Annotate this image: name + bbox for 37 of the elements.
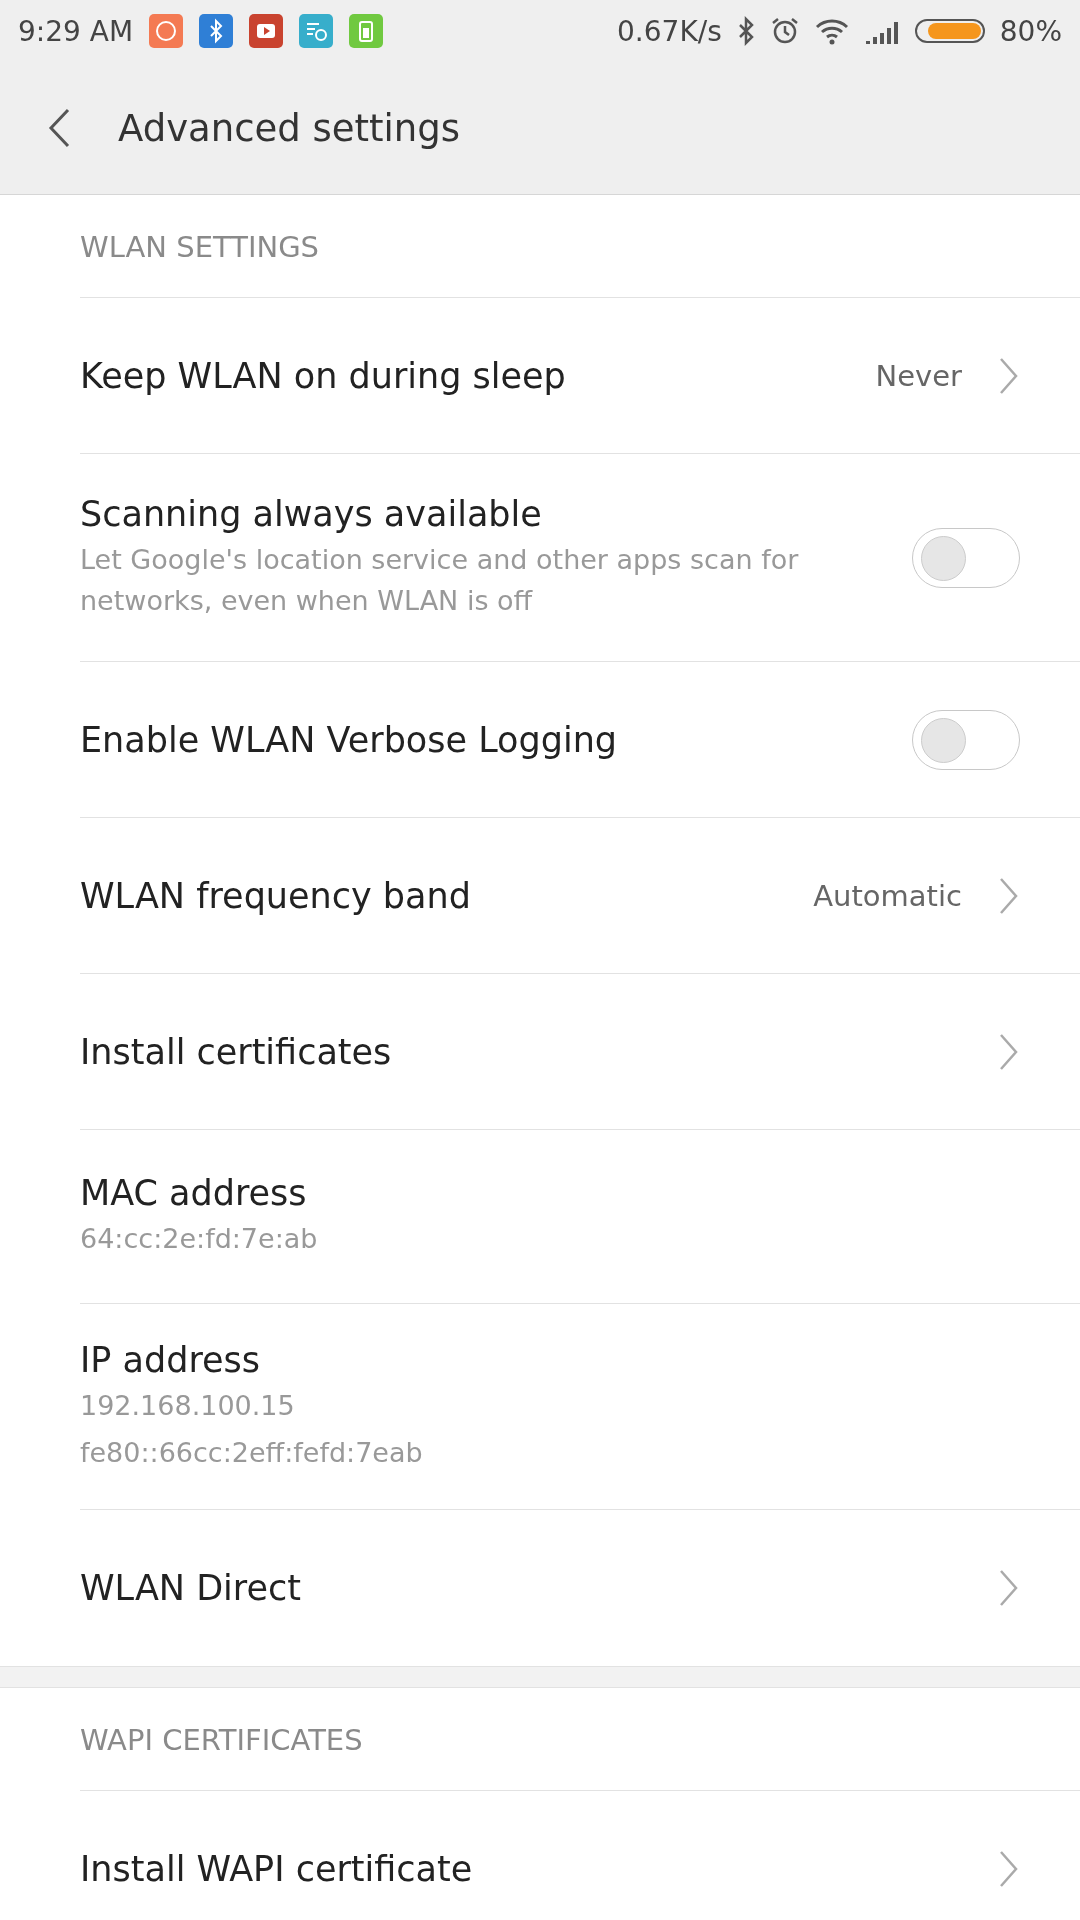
setting-title: MAC address xyxy=(80,1173,308,1214)
setting-value: Automatic xyxy=(813,878,962,913)
page-title: Advanced settings xyxy=(118,106,461,150)
chevron-right-icon xyxy=(998,1849,1020,1889)
setting-description: Let Google's location service and other apps scan for networks, even when WLAN is off xyxy=(80,543,800,618)
schedule-icon xyxy=(299,14,334,48)
setting-title: IP address xyxy=(80,1340,262,1380)
status-time: 9:29 AM xyxy=(18,14,134,48)
setting-title: Scanning always available xyxy=(80,494,543,534)
section-header: WAPI CERTIFICATES xyxy=(80,1723,363,1757)
settings-row[interactable]: WLAN frequency band Automatic xyxy=(80,818,1080,974)
video-player-icon xyxy=(249,14,284,48)
setting-value: 192.168.100.15 xyxy=(80,1389,296,1423)
settings-row[interactable]: Keep WLAN on during sleep Never xyxy=(80,298,1080,454)
battery-percentage: 80% xyxy=(999,14,1062,48)
settings-row[interactable]: Scanning always available Let Google's location service and other apps scan for networks, even when WLAN is off xyxy=(80,454,1080,662)
setting-title: Install WAPI certificate xyxy=(80,1849,474,1889)
setting-title: Install certificates xyxy=(80,1031,393,1072)
setting-title: WLAN Direct xyxy=(80,1568,302,1608)
setting-title: Enable WLAN Verbose Logging xyxy=(80,719,619,760)
setting-value: 64:cc:2e:fd:7e:ab xyxy=(80,1222,319,1257)
settings-row[interactable]: Enable WLAN Verbose Logging xyxy=(80,662,1080,818)
app-notification-icon xyxy=(149,14,184,48)
network-speed: 0.67K/s xyxy=(617,14,722,48)
bluetooth-icon xyxy=(199,14,234,48)
battery-icon xyxy=(913,16,986,46)
setting-title: Keep WLAN on during sleep xyxy=(80,355,567,396)
settings-row[interactable]: Install certificates xyxy=(80,974,1080,1130)
chevron-right-icon xyxy=(998,1568,1020,1608)
setting-value: Never xyxy=(875,358,962,393)
section-header: WLAN SETTINGS xyxy=(80,230,320,264)
back-button[interactable] xyxy=(48,108,72,148)
battery-app-icon xyxy=(349,14,384,48)
settings-row[interactable]: Install WAPI certificate xyxy=(80,1791,1080,1920)
setting-value: fe80::66cc:2eff:fefd:7eab xyxy=(80,1435,424,1470)
setting-title: WLAN frequency band xyxy=(80,875,472,916)
settings-row[interactable]: WLAN Direct xyxy=(80,1510,1080,1666)
